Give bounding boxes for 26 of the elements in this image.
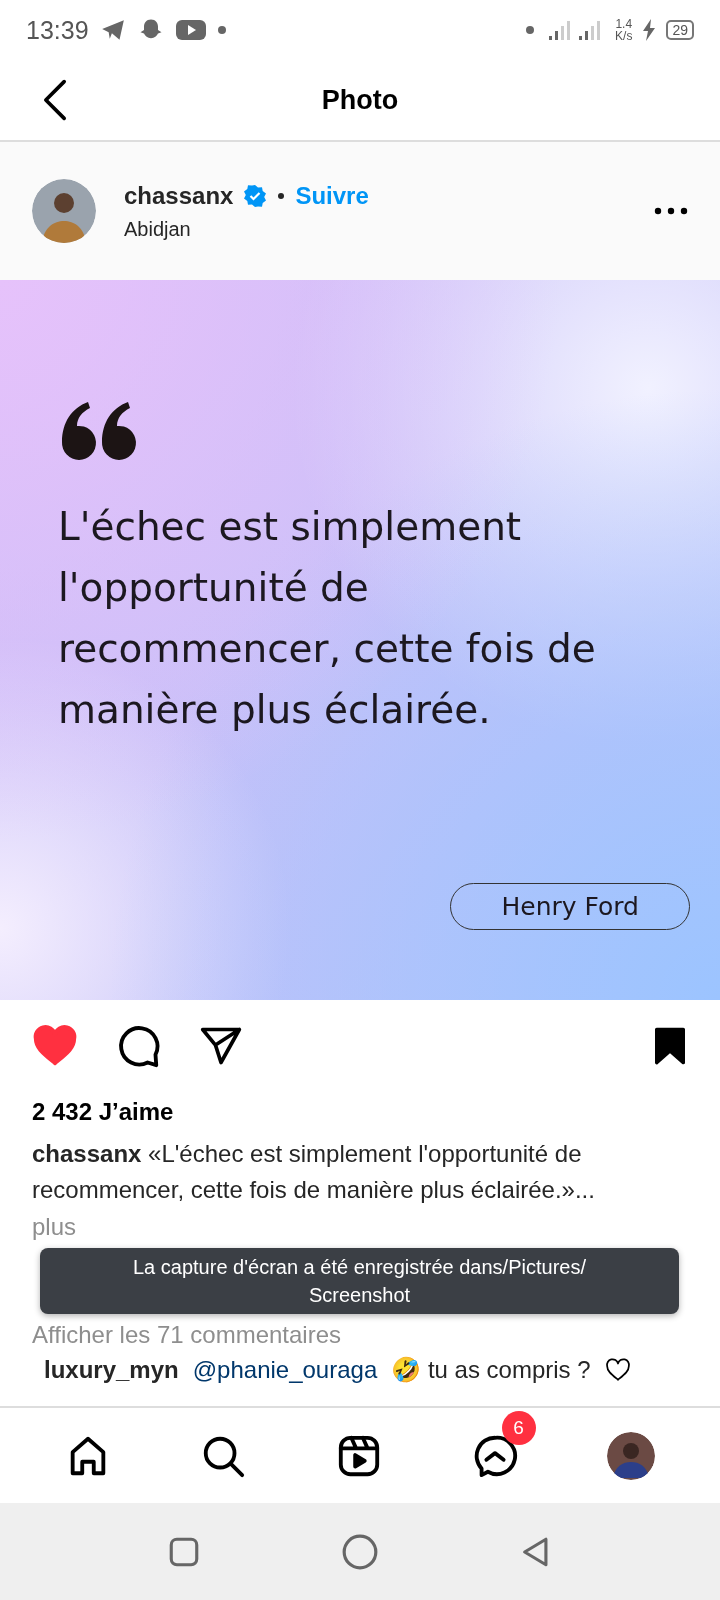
- clock: 13:39: [26, 15, 89, 45]
- separator-dot-icon: [277, 191, 286, 200]
- mention-link[interactable]: @phanie_ouraga: [192, 1356, 378, 1384]
- charging-icon: [642, 19, 657, 41]
- username[interactable]: chassanx: [124, 181, 234, 210]
- caption-text: chassanx «L'échec est simplement l'opportunité de recommencer, cette fois de manière plus éclairée.»...: [31, 1139, 596, 1205]
- screenshot-toast: La capture d'écran a été enregistrée dans/Pictures/ Screenshot: [40, 1248, 679, 1314]
- speed-unit: K/s: [615, 30, 633, 42]
- comment-icon[interactable]: [116, 1023, 162, 1069]
- play-icon: [174, 18, 207, 42]
- location-text[interactable]: Abidjan: [124, 217, 626, 241]
- dot-icon: [525, 25, 536, 35]
- notification-badge: 6: [501, 1410, 536, 1445]
- battery-level: 29: [666, 20, 694, 40]
- avatar[interactable]: [32, 179, 96, 243]
- profile-avatar[interactable]: [607, 1431, 656, 1480]
- quote-text: L'échec est simplement l'opportunité de recommencer, cette fois de manière plus éclairée.: [58, 503, 597, 734]
- heart-icon[interactable]: [604, 1357, 631, 1383]
- home-button-icon[interactable]: [341, 1532, 379, 1571]
- page-title: Photo: [321, 84, 399, 116]
- more-options-icon[interactable]: [654, 207, 688, 215]
- dot-icon: [216, 25, 227, 35]
- comment-username[interactable]: luxury_myn: [44, 1356, 179, 1384]
- speed-value: 1.4: [615, 18, 633, 30]
- likes-count[interactable]: 2 432 J’aime: [0, 1092, 720, 1136]
- comment-text: 🤣 tu as compris ?: [391, 1356, 591, 1384]
